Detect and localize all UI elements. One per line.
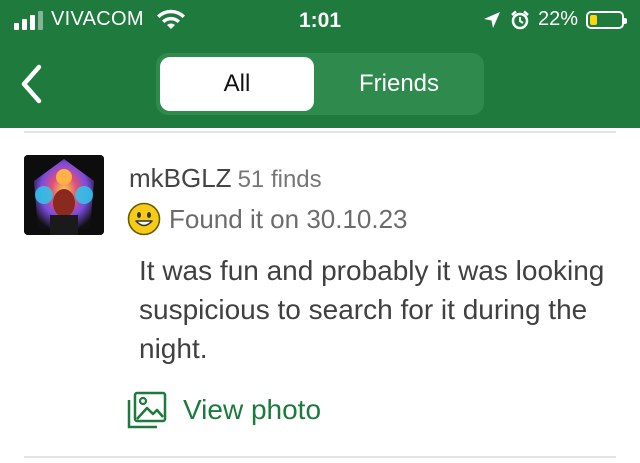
chevron-left-icon bbox=[21, 64, 42, 104]
tab-friends[interactable]: Friends bbox=[318, 57, 480, 111]
tab-all[interactable]: All bbox=[160, 57, 314, 111]
finds-count: 51 finds bbox=[237, 166, 322, 193]
view-photo-link[interactable]: View photo bbox=[127, 391, 321, 429]
log-entry: mkBGLZ 51 finds Found it on 30.10.23 It w… bbox=[0, 132, 640, 456]
log-status: Found it on 30.10.23 bbox=[127, 202, 408, 236]
navigation-bar: All Friends bbox=[0, 52, 640, 116]
back-button[interactable] bbox=[12, 60, 52, 108]
status-right: 22% bbox=[482, 8, 627, 31]
status-bar: VIVACOM 1:01 22% bbox=[0, 0, 640, 42]
photo-icon bbox=[127, 391, 167, 429]
segmented-control: All Friends bbox=[156, 53, 484, 115]
location-arrow-icon bbox=[483, 11, 500, 28]
alarm-clock-icon bbox=[511, 10, 529, 29]
avatar-image bbox=[24, 155, 104, 235]
view-photo-label[interactable]: View photo bbox=[183, 394, 321, 426]
username[interactable]: mkBGLZ bbox=[129, 163, 232, 193]
battery-percentage: 22% bbox=[537, 8, 578, 30]
username-line: mkBGLZ 51 finds bbox=[129, 163, 322, 194]
log-text: It was fun and probably it was looking s… bbox=[139, 255, 605, 364]
avatar[interactable] bbox=[24, 155, 104, 235]
status-text: Found it on 30.10.23 bbox=[169, 203, 408, 234]
smiley-found-icon bbox=[127, 202, 161, 236]
header-bar: VIVACOM 1:01 22% All Friends bbox=[0, 0, 640, 128]
divider bbox=[24, 456, 616, 458]
battery-icon bbox=[586, 10, 627, 29]
